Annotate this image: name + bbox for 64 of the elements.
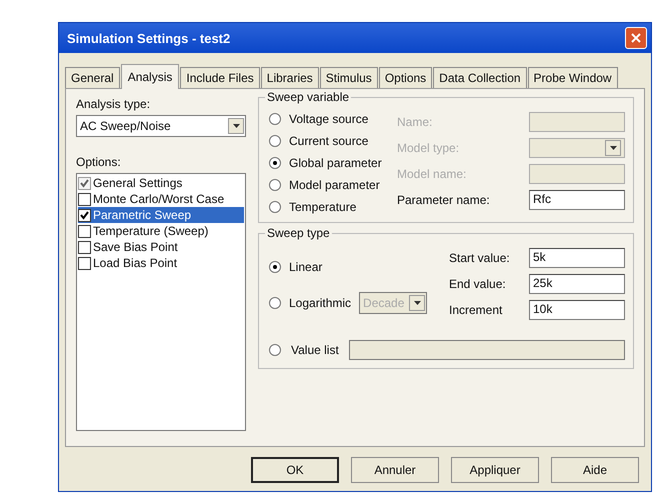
radio-label: Voltage source xyxy=(289,112,368,126)
tab[interactable]: Data Collection xyxy=(433,67,527,88)
dropdown-field[interactable] xyxy=(529,138,625,158)
field-label: Model name: xyxy=(397,167,466,181)
field-label: Increment xyxy=(449,303,502,317)
radio-label: Model parameter xyxy=(289,178,380,192)
field-label: Name: xyxy=(397,115,432,129)
tab[interactable]: Libraries xyxy=(260,67,319,88)
radio-button[interactable] xyxy=(269,297,281,309)
radio-label: Value list xyxy=(291,343,339,357)
dialog-button[interactable]: Annuler xyxy=(351,457,439,483)
radio-label: Linear xyxy=(289,260,322,274)
caret-icon xyxy=(414,301,421,305)
radio-button[interactable] xyxy=(269,113,281,125)
analysis-type-dropdown[interactable]: AC Sweep/Noise xyxy=(76,115,246,137)
radio-button[interactable] xyxy=(269,201,281,213)
group-title: Sweep type xyxy=(265,226,332,240)
dialog-button[interactable]: Aide xyxy=(551,457,639,483)
radio-label: Current source xyxy=(289,134,368,148)
dialog-button[interactable]: OK xyxy=(251,457,339,483)
options-label: Options: xyxy=(76,155,122,169)
tab[interactable]: Options xyxy=(378,67,432,88)
checkbox[interactable] xyxy=(78,224,91,238)
checkbox[interactable] xyxy=(78,208,91,222)
close-button[interactable] xyxy=(625,27,647,49)
option-item[interactable]: Save Bias Point xyxy=(78,239,244,255)
analysis-type-label: Analysis type: xyxy=(76,97,152,111)
radio-button[interactable] xyxy=(269,179,281,191)
input-field[interactable]: 5k xyxy=(529,248,625,268)
caret-icon xyxy=(610,146,616,150)
option-item[interactable]: Parametric Sweep xyxy=(78,207,244,223)
radio-label: Global parameter xyxy=(289,156,382,170)
radio-button[interactable] xyxy=(269,157,281,169)
input-field[interactable] xyxy=(529,164,625,184)
radio-label: Temperature xyxy=(289,200,356,214)
tab[interactable]: Analysis xyxy=(120,64,180,89)
field-label: Parameter name: xyxy=(397,193,490,207)
input-field[interactable]: Rfc xyxy=(529,190,625,210)
tab[interactable]: Probe Window xyxy=(528,67,618,88)
tab[interactable]: Include Files xyxy=(180,67,260,88)
dialog-button[interactable]: Appliquer xyxy=(451,457,539,483)
checkbox[interactable] xyxy=(78,240,91,254)
input-field[interactable] xyxy=(348,340,625,360)
close-icon xyxy=(631,33,641,43)
option-item[interactable]: Temperature (Sweep) xyxy=(78,223,244,239)
radio-label: Logarithmic xyxy=(289,296,352,310)
input-field[interactable]: 25k xyxy=(529,274,625,294)
option-item[interactable]: Load Bias Point xyxy=(78,255,244,271)
radio-button[interactable] xyxy=(269,261,281,273)
window-title: Simulation Settings - test2 xyxy=(67,30,230,46)
tab[interactable]: General xyxy=(65,67,120,88)
input-field[interactable]: 10k xyxy=(529,300,625,320)
group-title: Sweep variable xyxy=(265,90,352,104)
radio-button[interactable] xyxy=(269,344,281,356)
field-label: End value: xyxy=(449,277,506,291)
option-item[interactable]: Monte Carlo/Worst Case xyxy=(78,191,244,207)
caret-icon xyxy=(232,124,240,128)
checkbox[interactable] xyxy=(78,192,91,206)
field-label: Start value: xyxy=(449,251,510,265)
tab[interactable]: Stimulus xyxy=(320,67,378,88)
radio-button[interactable] xyxy=(269,135,281,147)
input-field[interactable] xyxy=(529,112,625,132)
field-label: Model type: xyxy=(397,141,460,155)
checkbox[interactable] xyxy=(78,256,91,270)
